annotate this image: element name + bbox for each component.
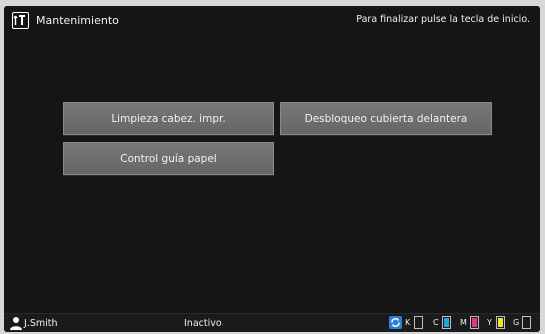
maintenance-screen: Mantenimiento Para finalizar pulse la te… [4, 6, 540, 332]
header-bar: Mantenimiento Para finalizar pulse la te… [4, 6, 540, 36]
machine-status: Inactivo [184, 318, 222, 329]
ink-m-level [470, 316, 479, 329]
header-hint: Para finalizar pulse la tecla de inicio. [356, 14, 530, 25]
user-icon [10, 317, 22, 330]
ink-c-level [442, 316, 451, 329]
ink-letter: C [433, 318, 439, 327]
ink-k-level [414, 316, 423, 329]
sync-icon[interactable] [389, 316, 402, 329]
front-cover-unlock-button[interactable]: Desbloqueo cubierta delantera [280, 102, 492, 135]
ink-letter: Y [487, 318, 492, 327]
page-title: Mantenimiento [36, 14, 119, 27]
ink-letter: G [513, 318, 520, 327]
ink-letter: M [460, 318, 467, 327]
user-name[interactable]: J.Smith [24, 318, 58, 329]
maintenance-icon [12, 12, 29, 29]
paper-guide-control-button[interactable]: Control guía papel [63, 142, 274, 175]
ink-g-level [522, 316, 531, 329]
ink-y-level [496, 316, 505, 329]
ink-letter: K [405, 318, 411, 327]
status-bar: J.Smith Inactivo K C M Y G [4, 313, 540, 332]
printhead-cleaning-button[interactable]: Limpieza cabez. impr. [63, 102, 274, 135]
